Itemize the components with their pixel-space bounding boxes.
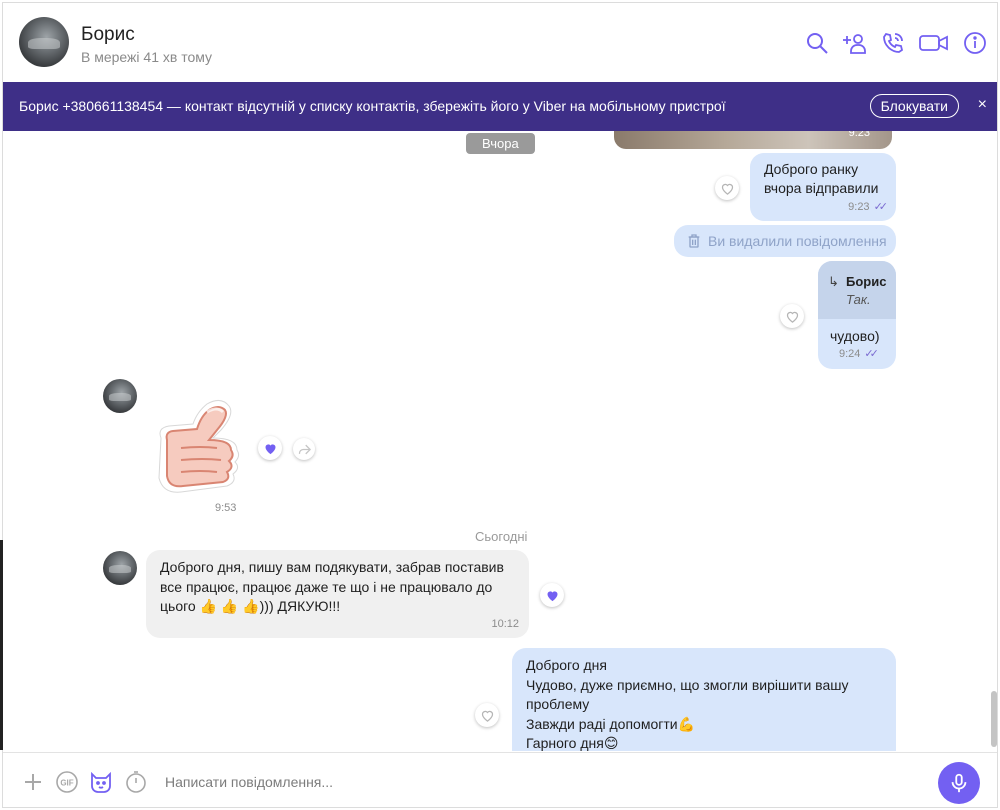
quoted-message[interactable]: ↳ Борис Так.	[818, 261, 896, 319]
outgoing-message[interactable]: Доброго ранку вчора відправили 9:23 ✓✓	[750, 153, 896, 221]
microphone-icon	[948, 772, 970, 794]
svg-text:GIF: GIF	[60, 779, 73, 788]
block-button[interactable]: Блокувати	[869, 94, 959, 118]
message-text-line: Чудово, дуже приємно, що змогли вирішити…	[526, 676, 849, 693]
gif-icon[interactable]: GIF	[55, 770, 79, 794]
message-text-line: Доброго дня, пишу вам подякувати, забрав…	[160, 559, 504, 575]
quote-author: Борис	[846, 274, 887, 289]
banner-text: Борис +380661138454 — контакт відсутній …	[19, 98, 726, 114]
like-heart-icon[interactable]	[715, 176, 739, 200]
message-text-line: вчора відправили	[764, 180, 879, 196]
incoming-message[interactable]: Доброго дня, пишу вам подякувати, забрав…	[146, 550, 529, 638]
date-separator-today: Сьогодні	[475, 529, 528, 544]
microphone-button[interactable]	[938, 762, 980, 804]
contact-avatar[interactable]	[19, 17, 69, 67]
message-time: 9:24	[839, 347, 861, 360]
liked-heart-icon[interactable]	[540, 583, 564, 607]
contact-status: В мережі 41 хв тому	[81, 49, 213, 65]
message-text-line: Завжди раді допомогти💪	[526, 715, 696, 732]
message-time: 9:23	[848, 131, 870, 139]
chat-header: Борис В мережі 41 хв тому	[3, 3, 997, 81]
sender-avatar[interactable]	[103, 379, 137, 413]
message-text: чудово)	[830, 328, 880, 344]
scrollbar-thumb[interactable]	[991, 691, 997, 747]
sender-avatar[interactable]	[103, 551, 137, 585]
video-call-icon[interactable]	[919, 31, 949, 55]
message-text-line: Доброго ранку	[764, 161, 859, 177]
chat-window: Борис В мережі 41 хв тому Борис +3806611…	[2, 2, 998, 808]
message-meta: 9:23 ✓✓	[848, 200, 889, 214]
liked-heart-icon[interactable]	[258, 436, 282, 460]
image-message[interactable]: 9:23	[614, 131, 892, 149]
read-ticks-icon: ✓✓	[864, 348, 879, 360]
timer-icon[interactable]	[124, 770, 148, 794]
message-time: 10:12	[491, 618, 519, 630]
voice-call-icon[interactable]	[881, 31, 905, 55]
message-text-line: проблему	[526, 696, 590, 712]
unknown-contact-banner: Борис +380661138454 — контакт відсутній …	[3, 82, 997, 131]
message-meta: 9:24 ✓✓	[839, 347, 879, 361]
reply-arrow-icon: ↳	[828, 274, 839, 289]
message-composer: GIF Написати повідомлення...	[3, 752, 997, 807]
message-time: 9:53	[215, 502, 237, 514]
thumbs-up-sticker[interactable]	[151, 398, 247, 498]
message-text-line: цього 👍 👍 👍))) ДЯКУЮ!!!	[160, 598, 341, 614]
forward-icon[interactable]	[293, 438, 315, 460]
search-icon[interactable]	[805, 31, 829, 55]
contact-name[interactable]: Борис	[81, 24, 135, 46]
message-text-line: Гарного дня😊	[526, 735, 619, 751]
date-separator-yesterday: Вчора	[466, 133, 535, 154]
header-actions	[805, 31, 987, 55]
deleted-message: Ви видалили повідомлення	[674, 225, 896, 257]
close-banner-icon[interactable]: ×	[978, 94, 987, 116]
like-heart-icon[interactable]	[475, 703, 499, 727]
message-text-line: все працює, працює даже те що і не працю…	[160, 578, 493, 595]
message-list[interactable]: 9:23 Вчора Доброго ранку вчора відправил…	[3, 131, 997, 751]
deleted-message-text: Ви видалили повідомлення	[708, 233, 887, 249]
info-icon[interactable]	[963, 31, 987, 55]
message-text-line: Доброго дня	[526, 657, 607, 673]
quote-text: Так.	[846, 292, 871, 307]
message-time: 9:23	[848, 200, 870, 213]
message-input[interactable]: Написати повідомлення...	[165, 774, 333, 790]
window-edge	[0, 540, 3, 750]
read-ticks-icon: ✓✓	[873, 201, 889, 213]
outgoing-message[interactable]: Доброго дня Чудово, дуже приємно, що змо…	[512, 648, 896, 751]
message-meta: 10:12	[491, 618, 519, 630]
plus-icon[interactable]	[21, 770, 45, 794]
like-heart-icon[interactable]	[780, 304, 804, 328]
add-contact-icon[interactable]	[843, 31, 867, 55]
trash-icon	[686, 233, 702, 249]
sticker-icon[interactable]	[89, 770, 113, 794]
